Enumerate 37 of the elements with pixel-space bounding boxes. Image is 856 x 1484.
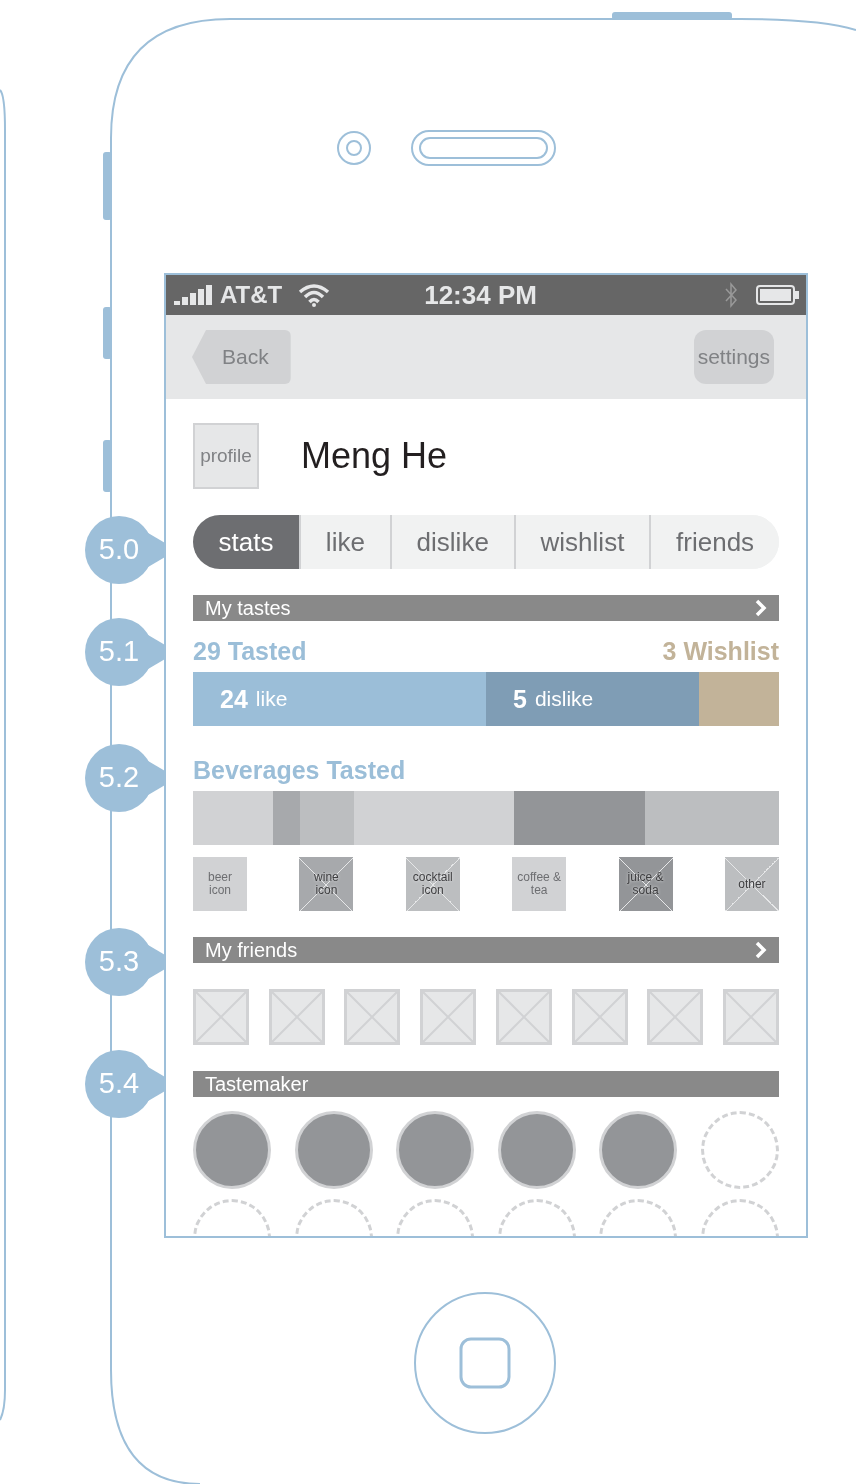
tab[interactable]: stats [193,515,299,569]
section-header[interactable]: My friends [193,937,779,963]
like-bar-segment: 24 like [193,672,486,726]
beverage-icon-placeholder[interactable]: beer icon [193,857,247,911]
back-button[interactable]: Back [192,330,291,384]
friend-photo-placeholder[interactable] [647,989,704,1045]
beverage-icon-placeholder[interactable]: other [724,857,779,911]
settings-button[interactable]: settings [693,330,774,384]
section-title: My friends [205,938,298,962]
clock-time: 12:34 PM [424,279,538,311]
section-header[interactable]: My tastes [193,595,779,621]
section-title: Tastemaker [205,1072,309,1096]
friend-photo-placeholder[interactable] [495,989,552,1045]
tasted-count: 29 Tasted [193,637,307,666]
friend-photo-placeholder[interactable] [193,989,249,1045]
wifi-icon [298,283,331,307]
friend-photo-placeholder[interactable] [344,989,401,1045]
carrier-label: AT&T [220,281,283,309]
signal-icon [174,283,214,305]
section-title: Beverages Tasted [193,756,407,785]
friend-photo-placeholder[interactable] [268,989,325,1045]
section-title: My tastes [205,596,291,620]
friend-photo-placeholder[interactable] [420,989,477,1045]
chevron-right-icon [755,599,767,617]
battery-icon [756,284,800,306]
friend-photo-placeholder[interactable] [722,989,779,1045]
profile-name: Meng He [301,435,448,477]
photo-label: profile [200,445,252,467]
dislike-bar-segment: 5 dislike [486,672,700,726]
wishlist-count: 3 Wishlist [662,637,779,666]
friend-photo-placeholder[interactable] [571,989,628,1045]
beverage-icon-placeholder[interactable]: coffee & tea [512,857,567,911]
beverage-icon-placeholder[interactable]: cocktail icon [405,857,460,911]
tastemaker-badge[interactable] [700,1111,779,1189]
bluetooth-icon [724,281,738,309]
chevron-right-icon [755,941,767,959]
tab[interactable]: friends [649,515,779,569]
